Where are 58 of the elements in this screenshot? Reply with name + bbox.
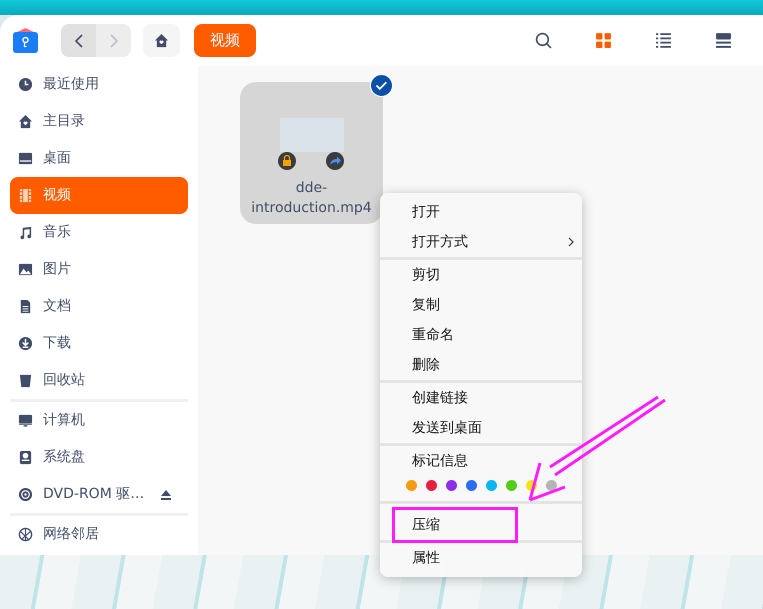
sidebar-item[interactable]: 音乐 bbox=[10, 214, 188, 251]
menu-item[interactable]: 删除 bbox=[380, 350, 582, 380]
menu-item[interactable]: 属性 bbox=[380, 543, 582, 573]
sidebar-item[interactable]: 下载 bbox=[10, 325, 188, 362]
color-tag-dot[interactable] bbox=[506, 480, 517, 491]
lock-icon bbox=[278, 151, 296, 169]
home-button[interactable] bbox=[143, 24, 180, 57]
menu-item[interactable]: 剪切 bbox=[380, 260, 582, 290]
search-icon bbox=[534, 32, 552, 49]
download-icon bbox=[18, 336, 33, 351]
sidebar-item[interactable]: 网络邻居 bbox=[10, 516, 188, 553]
disc-icon bbox=[18, 487, 33, 502]
chevron-left-icon bbox=[74, 34, 84, 48]
music-note-icon bbox=[18, 225, 33, 240]
menu-item[interactable]: 创建链接 bbox=[380, 383, 582, 413]
menu-item[interactable]: 复制 bbox=[380, 290, 582, 320]
file-item[interactable]: dde-introduction.mp4 bbox=[240, 82, 383, 224]
eject-icon[interactable] bbox=[160, 490, 172, 500]
sidebar-item[interactable]: 桌面 bbox=[10, 140, 188, 177]
app-logo-icon bbox=[12, 27, 39, 54]
menu-item[interactable]: 压缩 bbox=[380, 510, 582, 540]
menu-item[interactable]: 发送到桌面 bbox=[380, 413, 582, 443]
picture-icon bbox=[18, 262, 33, 277]
color-tag-dot[interactable] bbox=[466, 480, 477, 491]
sidebar-item[interactable]: 最近使用 bbox=[10, 66, 188, 103]
color-tag-dot[interactable] bbox=[406, 480, 417, 491]
chevron-right-icon bbox=[108, 34, 118, 48]
document-icon bbox=[18, 299, 33, 314]
menu-item[interactable]: 打开方式 bbox=[380, 227, 582, 257]
home-icon bbox=[18, 114, 33, 129]
file-name: dde-introduction.mp4 bbox=[250, 179, 373, 218]
home-icon bbox=[154, 33, 169, 48]
network-icon bbox=[18, 527, 33, 542]
video-thumbnail bbox=[280, 118, 344, 152]
sidebar-item[interactable]: 回收站 bbox=[10, 362, 188, 399]
menu-item[interactable]: 打开 bbox=[380, 197, 582, 227]
sidebar-item[interactable]: 文档 bbox=[10, 288, 188, 325]
desktop-icon bbox=[18, 151, 33, 166]
rows-icon bbox=[714, 32, 732, 49]
color-tag-dot[interactable] bbox=[446, 480, 457, 491]
sidebar-item[interactable]: 计算机 bbox=[10, 402, 188, 439]
trash-icon bbox=[18, 373, 33, 388]
list-icon bbox=[654, 32, 672, 49]
menu-item[interactable]: 重命名 bbox=[380, 320, 582, 350]
grid-icon bbox=[594, 32, 612, 49]
color-tag-dot[interactable] bbox=[426, 480, 437, 491]
color-tag-dot[interactable] bbox=[486, 480, 497, 491]
menu-item[interactable]: 标记信息 bbox=[380, 446, 582, 476]
clock-icon bbox=[18, 77, 33, 92]
color-tag-dot[interactable] bbox=[546, 480, 557, 491]
sidebar-item[interactable]: 主目录 bbox=[10, 103, 188, 140]
sidebar-item[interactable]: 系统盘 bbox=[10, 439, 188, 476]
sidebar-item[interactable]: 图片 bbox=[10, 251, 188, 288]
sidebar-item[interactable]: DVD-ROM 驱… bbox=[10, 476, 188, 513]
back-button[interactable] bbox=[61, 24, 96, 57]
checkmark-icon bbox=[370, 74, 393, 97]
film-icon bbox=[18, 188, 33, 203]
monitor-icon bbox=[18, 413, 33, 428]
